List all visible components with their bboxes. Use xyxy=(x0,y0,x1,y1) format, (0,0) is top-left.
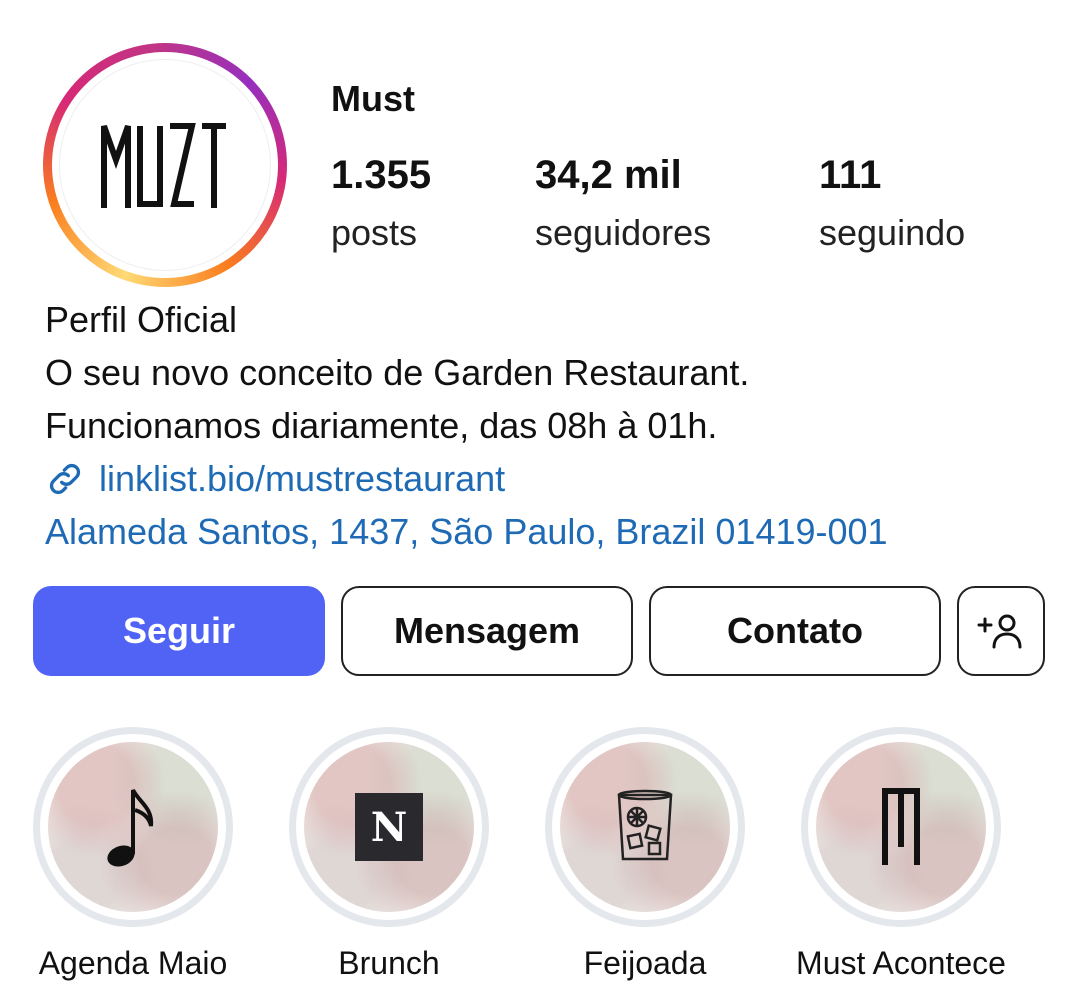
nespresso-logo-letter: N xyxy=(370,803,408,851)
follow-button[interactable]: Seguir xyxy=(33,586,325,676)
highlight-label: Agenda Maio xyxy=(38,945,228,981)
highlight-agenda-maio[interactable]: Agenda Maio xyxy=(33,727,233,981)
link-icon xyxy=(49,463,81,494)
music-note-icon xyxy=(107,788,154,867)
following-stat[interactable]: 111 seguindo xyxy=(819,153,965,253)
cocktail-glass-icon xyxy=(617,789,673,861)
profile-avatar[interactable] xyxy=(43,43,287,287)
followers-stat[interactable]: 34,2 mil seguidores xyxy=(535,153,711,253)
highlight-ring xyxy=(33,727,233,927)
highlight-must-acontece[interactable]: Must Acontece xyxy=(796,727,1006,981)
bio: Perfil Oficial O seu novo conceito de Ga… xyxy=(45,293,888,558)
highlight-ring xyxy=(801,727,1001,927)
highlight-cover xyxy=(48,742,218,912)
avatar-border xyxy=(52,52,278,278)
bio-line-2: Funcionamos diariamente, das 08h à 01h. xyxy=(45,405,718,446)
bio-link-text[interactable]: linklist.bio/mustrestaurant xyxy=(99,452,505,505)
contact-button[interactable]: Contato xyxy=(649,586,941,676)
highlight-cover xyxy=(816,742,986,912)
add-person-icon xyxy=(977,614,1022,649)
posts-count: 1.355 xyxy=(331,153,432,197)
highlight-label: Feijoada xyxy=(583,945,707,981)
must-logo-icon xyxy=(101,123,226,208)
must-monogram-icon xyxy=(882,788,920,865)
username: Must xyxy=(331,78,415,119)
highlight-cover: N xyxy=(304,742,474,912)
bio-line-1: O seu novo conceito de Garden Restaurant… xyxy=(45,352,750,393)
highlight-brunch[interactable]: N Brunch xyxy=(289,727,489,981)
posts-stat[interactable]: 1.355 posts xyxy=(331,153,431,253)
highlight-label: Brunch xyxy=(338,945,440,981)
highlight-cover xyxy=(560,742,730,912)
followers-label: seguidores xyxy=(535,212,712,253)
add-person-button[interactable] xyxy=(957,586,1045,676)
followers-count: 34,2 mil xyxy=(535,153,682,197)
highlight-feijoada[interactable]: Feijoada xyxy=(545,727,745,981)
posts-label: posts xyxy=(331,212,418,253)
avatar xyxy=(59,59,271,271)
bio-link[interactable]: linklist.bio/mustrestaurant xyxy=(45,452,888,505)
highlight-ring xyxy=(545,727,745,927)
following-label: seguindo xyxy=(819,212,966,253)
message-button[interactable]: Mensagem xyxy=(341,586,633,676)
highlight-label: Must Acontece xyxy=(796,945,1006,981)
bio-category: Perfil Oficial xyxy=(45,299,238,340)
following-count: 111 xyxy=(819,153,882,197)
bio-address[interactable]: Alameda Santos, 1437, São Paulo, Brazil … xyxy=(45,505,888,558)
nespresso-logo-icon: N xyxy=(355,793,423,861)
highlight-ring: N xyxy=(289,727,489,927)
